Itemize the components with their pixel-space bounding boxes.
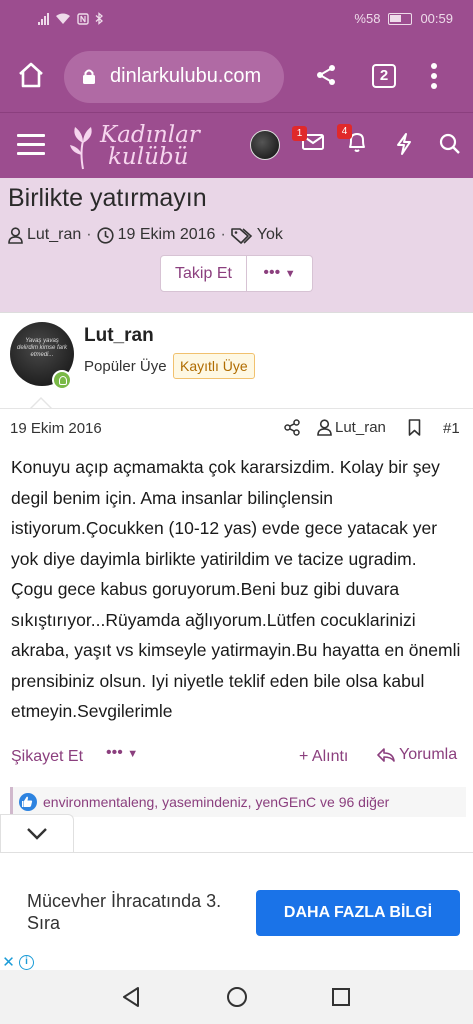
ad-info-icon[interactable]: i — [19, 954, 34, 970]
quote-button[interactable]: + Alıntı — [299, 748, 348, 766]
thread-tags: Yok — [256, 226, 283, 243]
search-icon[interactable] — [439, 133, 461, 155]
like-icon — [19, 793, 37, 811]
thread-date[interactable]: 19 Ekim 2016 — [118, 226, 216, 244]
lock-icon — [83, 69, 95, 84]
home-circle-icon[interactable] — [226, 986, 248, 1008]
site-header: Kadınlar kulübü 1 4 — [0, 112, 473, 178]
post-author-link[interactable]: Lut_ran — [317, 419, 386, 436]
bookmark-icon[interactable] — [408, 419, 421, 436]
avatar-text: Yavaş yavaş delirdim kimse fark etmedi..… — [16, 338, 67, 358]
system-navigation-bar — [0, 970, 473, 1024]
status-bar: %58 00:59 — [0, 0, 473, 42]
online-status-icon — [52, 370, 72, 390]
reply-button[interactable]: Yorumla — [376, 746, 457, 764]
ad-cta-button[interactable]: DAHA FAZLA BİLGİ — [256, 890, 460, 936]
chevron-down-icon — [27, 828, 47, 840]
thread-header: Birlikte yatırmayın Lut_ran · 19 Ekim 20… — [0, 178, 473, 312]
user-title: Popüler Üye — [84, 358, 167, 375]
thread-meta: Lut_ran · 19 Ekim 2016 · Yok — [8, 226, 283, 244]
follow-button[interactable]: Takip Et — [160, 255, 247, 292]
post-actions: Şikayet Et ••• ▼ + Alıntı Yorumla — [0, 740, 473, 776]
ad-choices[interactable]: ✕ i — [0, 953, 40, 971]
battery-icon — [388, 12, 413, 25]
tag-icon — [230, 227, 252, 244]
ad-collapse-button[interactable] — [0, 814, 74, 852]
share-icon[interactable] — [314, 63, 338, 87]
lightning-icon[interactable] — [395, 132, 413, 156]
post-date[interactable]: 19 Ekim 2016 — [10, 420, 102, 437]
header-avatar[interactable] — [250, 130, 280, 160]
user-banner: Kayıtlı Üye — [173, 353, 255, 379]
url-text: dinlarkulubu.com — [110, 65, 262, 87]
site-logo[interactable]: Kadınlar kulübü — [66, 121, 200, 171]
bluetooth-icon — [95, 12, 103, 25]
nfc-icon — [77, 12, 89, 25]
inbox-badge: 1 — [292, 126, 307, 141]
ad-text: Mücevher İhracatında 3. Sıra — [27, 891, 222, 933]
logo-flower-icon — [70, 127, 92, 170]
more-vertical-icon[interactable] — [430, 62, 438, 90]
clock: 00:59 — [420, 11, 453, 26]
post-author: Lut_ran — [335, 419, 386, 436]
battery-percent: %58 — [354, 11, 381, 26]
signal-icon — [38, 12, 49, 25]
logo-line-1: Kadınlar — [100, 122, 200, 148]
meta-separator: · — [86, 226, 92, 243]
logo-line-2: kulübü — [108, 144, 189, 170]
inbox-button[interactable]: 1 — [292, 126, 324, 156]
user-icon — [317, 419, 332, 436]
thread-author[interactable]: Lut_ran — [27, 226, 81, 244]
chevron-down-icon: ▼ — [127, 748, 139, 760]
user-icon — [8, 226, 23, 244]
chevron-down-icon: ▼ — [284, 268, 296, 280]
alerts-button[interactable]: 4 — [337, 124, 367, 158]
meta-separator: · — [220, 226, 226, 243]
status-icons-right: %58 00:59 — [354, 11, 453, 26]
report-button[interactable]: Şikayet Et — [11, 748, 83, 766]
post-number[interactable]: #1 — [443, 420, 460, 437]
page-title: Birlikte yatırmayın — [8, 184, 207, 212]
status-icons-left — [38, 12, 104, 25]
more-dots: ••• — [263, 264, 281, 281]
alerts-badge: 4 — [337, 124, 352, 139]
reactions-list[interactable]: environmentaleng, yasemindeniz, yenGEnC … — [43, 794, 389, 810]
post-body: Konuyu açıp açmamakta çok kararsizdim. K… — [11, 457, 461, 721]
ad-banner[interactable]: Mücevher İhracatında 3. Sıra DAHA FAZLA … — [0, 852, 473, 971]
post-user-block: Yavaş yavaş delirdim kimse fark etmedi..… — [0, 312, 473, 408]
back-icon[interactable] — [121, 986, 141, 1008]
post-more-button[interactable]: ••• ▼ — [106, 744, 138, 762]
tab-switcher-button[interactable]: 2 — [372, 64, 396, 88]
logo-text: Kadınlar kulübü — [100, 122, 200, 170]
wifi-icon — [56, 13, 70, 24]
thread-more-button[interactable]: ••• ▼ — [247, 255, 313, 292]
ad-close-icon[interactable]: ✕ — [0, 954, 17, 971]
reactions-bar[interactable]: environmentaleng, yasemindeniz, yenGEnC … — [10, 787, 466, 817]
post-share-icon[interactable] — [284, 419, 300, 436]
reply-icon — [377, 748, 395, 762]
address-bar[interactable]: dinlarkulubu.com — [64, 51, 284, 103]
username[interactable]: Lut_ran — [84, 325, 154, 347]
post-meta-bar: 19 Ekim 2016 Lut_ran #1 — [0, 408, 473, 446]
recent-apps-icon[interactable] — [331, 987, 351, 1007]
home-icon[interactable] — [16, 60, 46, 90]
thread-button-group: Takip Et ••• ▼ — [160, 255, 313, 292]
hamburger-menu-icon[interactable] — [17, 134, 45, 156]
clock-icon — [96, 226, 114, 244]
more-dots: ••• — [106, 744, 123, 761]
browser-toolbar: dinlarkulubu.com 2 — [0, 42, 473, 112]
reply-label: Yorumla — [399, 746, 458, 763]
